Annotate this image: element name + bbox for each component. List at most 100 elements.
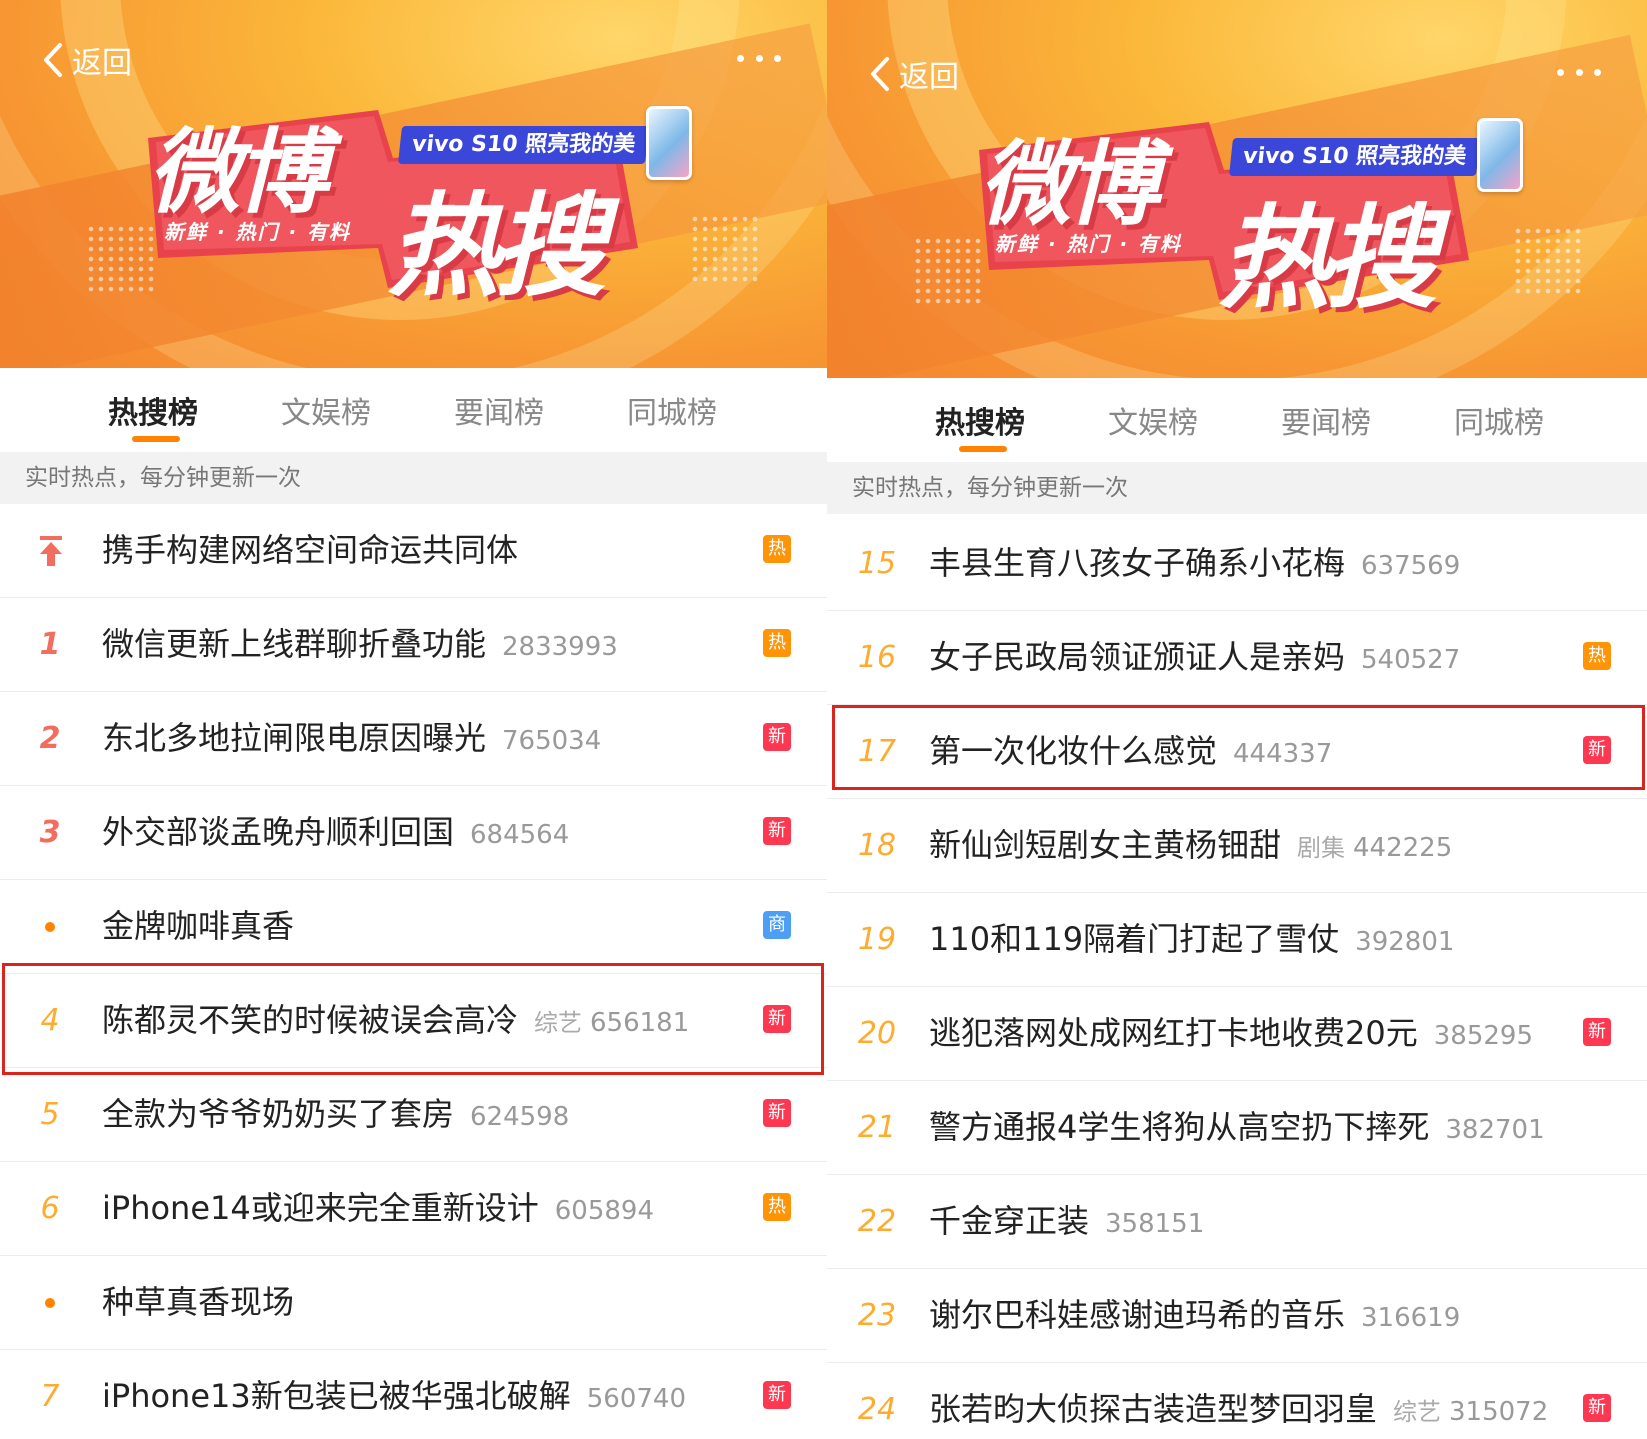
hot-search-row[interactable]: 15 丰县生育八孩女子确系小花梅 637569 — [827, 517, 1647, 611]
rank-number: 3 — [39, 815, 61, 850]
hot-search-row[interactable]: 种草真香现场 — [0, 1256, 827, 1350]
dot-icon — [45, 922, 55, 932]
sponsor-label: vivo S10 照亮我的美 — [1229, 138, 1481, 176]
rank-number: 6 — [40, 1191, 60, 1226]
back-label: 返回 — [899, 60, 959, 95]
hot-search-row[interactable]: 16 女子民政局领证颁证人是亲妈 540527 热 — [827, 611, 1647, 705]
rank-number: 5 — [40, 1097, 60, 1132]
badge-new: 新 — [763, 1005, 791, 1033]
badge-hot: 热 — [763, 1193, 791, 1221]
badge-hot: 热 — [763, 535, 791, 563]
back-button[interactable]: 返回 — [40, 38, 132, 82]
hot-search-row[interactable]: 3 外交部谈孟晚舟顺利回国 684564 新 — [0, 786, 827, 880]
hot-search-row[interactable]: 2 东北多地拉闸限电原因曝光 765034 新 — [0, 692, 827, 786]
tab-0[interactable]: 热搜榜 — [935, 378, 1108, 452]
logo-hot: 热搜 — [388, 182, 606, 312]
rank-number: 22 — [857, 1204, 897, 1239]
row-text: 丰县生育八孩女子确系小花梅 637569 — [929, 517, 1460, 613]
hot-search-row[interactable]: 金牌咖啡真香 商 — [0, 880, 827, 974]
topic-title: iPhone13新包装已被华强北破解 — [102, 1377, 571, 1415]
tab-label: 要闻榜 — [1281, 406, 1371, 441]
hot-search-list: 携手构建网络空间命运共同体热 1 微信更新上线群聊折叠功能 2833993 热 2 东北多地… — [0, 504, 827, 1439]
heat-count: 560740 — [586, 1384, 687, 1414]
tab-2[interactable]: 要闻榜 — [1281, 378, 1454, 442]
rank-number: 4 — [40, 1003, 60, 1038]
topic-title: 千金穿正装 — [929, 1202, 1090, 1240]
hot-search-logo: 微博 热搜 新鲜 · 热门 · 有料 vivo S10 照亮我的美 — [969, 110, 1569, 324]
heat-count: 392801 — [1355, 927, 1455, 957]
topic-category: 综艺 — [534, 1009, 583, 1037]
topic-category: 综艺 — [1393, 1398, 1442, 1426]
logo-tagline: 新鲜 · 热门 · 有料 — [164, 220, 352, 244]
badge-new: 新 — [763, 723, 791, 751]
row-text: 外交部谈孟晚舟顺利回国 684564 — [102, 786, 569, 882]
rank-number: 24 — [857, 1392, 897, 1427]
tab-1[interactable]: 文娱榜 — [1108, 378, 1281, 442]
chevron-left-icon — [871, 57, 889, 91]
sponsor-label: vivo S10 照亮我的美 — [398, 126, 650, 164]
heat-count: 358151 — [1105, 1209, 1205, 1239]
heat-count: 315072 — [1449, 1397, 1549, 1427]
hot-search-row[interactable]: 1 微信更新上线群聊折叠功能 2833993 热 — [0, 598, 827, 692]
badge-hot: 热 — [763, 629, 791, 657]
phone-image — [1477, 118, 1523, 192]
row-text: 警方通报4学生将狗从高空扔下摔死 382701 — [929, 1081, 1545, 1177]
hot-search-row[interactable]: 22 千金穿正装 358151 — [827, 1175, 1647, 1269]
rank-number: 23 — [857, 1298, 897, 1333]
rank-number: 17 — [857, 734, 897, 769]
heat-count: 444337 — [1233, 739, 1333, 769]
tab-3[interactable]: 同城榜 — [1454, 378, 1627, 442]
topic-title: 金牌咖啡真香 — [102, 907, 295, 945]
tab-label: 要闻榜 — [454, 396, 544, 431]
hot-search-row[interactable]: 5 全款为爷爷奶奶买了套房 624598 新 — [0, 1068, 827, 1162]
topic-title: 陈都灵不笑的时候被误会高冷 — [102, 1001, 519, 1039]
hot-search-row[interactable]: 6 iPhone14或迎来完全重新设计 605894 热 — [0, 1162, 827, 1256]
badge-new: 新 — [1583, 736, 1611, 764]
row-text: 千金穿正装 358151 — [929, 1175, 1204, 1271]
tab-1[interactable]: 文娱榜 — [281, 368, 454, 432]
rank-number: 16 — [857, 640, 897, 675]
row-text: 金牌咖啡真香 — [102, 880, 294, 973]
badge-new: 新 — [763, 1381, 791, 1409]
tab-label: 文娱榜 — [1108, 406, 1198, 441]
tab-3[interactable]: 同城榜 — [627, 368, 800, 432]
heat-count: 382701 — [1445, 1115, 1545, 1145]
badge-new: 新 — [1583, 1394, 1611, 1422]
rank-number: 20 — [857, 1016, 897, 1051]
more-dots-icon[interactable] — [1557, 62, 1601, 82]
tab-label: 热搜榜 — [935, 406, 1025, 441]
hot-search-row[interactable]: 19 110和119隔着门打起了雪仗 392801 — [827, 893, 1647, 987]
hot-search-row[interactable]: 20 逃犯落网处成网红打卡地收费20元 385295 新 — [827, 987, 1647, 1081]
heat-count: 605894 — [554, 1196, 655, 1226]
badge-new: 新 — [1583, 1018, 1611, 1046]
hot-search-row[interactable]: 23 谢尔巴科娃感谢迪玛希的音乐 316619 — [827, 1269, 1647, 1363]
hot-search-row[interactable]: 24 张若昀大侦探古装造型梦回羽皇 综艺 315072 新 — [827, 1363, 1647, 1439]
phone-image — [646, 106, 692, 180]
hot-search-row[interactable]: 18 新仙剑短剧女主黄杨钿甜 剧集 442225 — [827, 799, 1647, 893]
row-text: 张若昀大侦探古装造型梦回羽皇 综艺 315072 — [929, 1363, 1548, 1439]
tab-label: 热搜榜 — [108, 396, 198, 431]
row-text: 第一次化妆什么感觉 444337 — [929, 705, 1332, 801]
hot-search-row[interactable]: 7 iPhone13新包装已被华强北破解 560740 新 — [0, 1350, 827, 1439]
back-button[interactable]: 返回 — [867, 52, 959, 96]
hot-search-logo: 微博 热搜 新鲜 · 热门 · 有料 vivo S10 照亮我的美 — [138, 98, 738, 312]
dot-icon — [45, 1298, 55, 1308]
back-label: 返回 — [72, 46, 132, 81]
tab-0[interactable]: 热搜榜 — [108, 368, 281, 442]
row-text: iPhone13新包装已被华强北破解 560740 — [102, 1350, 686, 1439]
active-tab-indicator — [959, 446, 1007, 452]
more-dots-icon[interactable] — [737, 48, 781, 68]
hot-search-row[interactable]: 17 第一次化妆什么感觉 444337 新 — [827, 705, 1647, 799]
hot-search-row[interactable]: 携手构建网络空间命运共同体 热 — [0, 504, 827, 598]
right-screen: 返回 微博 热搜 新鲜 · 热门 · 有料 vivo S10 照亮我的美 热搜榜… — [827, 0, 1647, 1439]
row-text: iPhone14或迎来完全重新设计 605894 — [102, 1162, 654, 1258]
logo-title: 微博 — [148, 119, 328, 226]
hot-search-row[interactable]: 4 陈都灵不笑的时候被误会高冷 综艺 656181 新 — [0, 974, 827, 1068]
topic-title: 新仙剑短剧女主黄杨钿甜 — [929, 826, 1282, 864]
hot-search-row[interactable]: 21 警方通报4学生将狗从高空扔下摔死 382701 — [827, 1081, 1647, 1175]
heat-count: 684564 — [470, 820, 570, 850]
badge-new: 新 — [763, 817, 791, 845]
row-text: 陈都灵不笑的时候被误会高冷 综艺 656181 — [102, 974, 689, 1070]
tab-2[interactable]: 要闻榜 — [454, 368, 627, 432]
tab-label: 文娱榜 — [281, 396, 371, 431]
